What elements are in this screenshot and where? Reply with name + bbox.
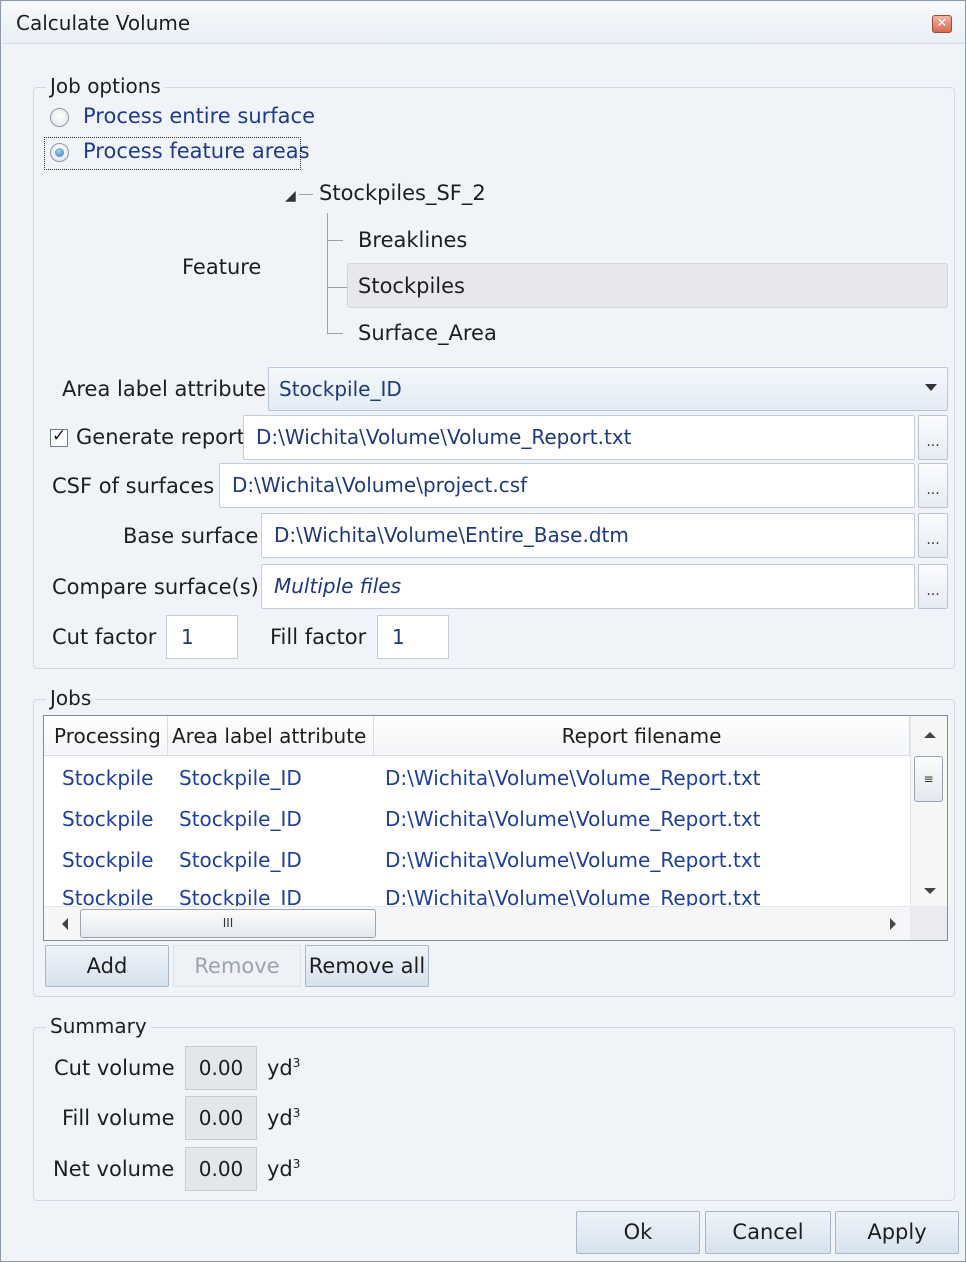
cell-area-label: Stockpile_ID [179,886,302,906]
cell-area-label: Stockpile_ID [179,848,302,872]
fill-volume-unit: yd3 [267,1106,300,1130]
cell-area-label: Stockpile_ID [179,766,302,790]
cell-report-filename: D:\Wichita\Volume\Volume_Report.txt [385,807,761,831]
base-surface-label: Base surface [123,524,259,548]
scrollbar-corner [910,906,947,940]
tree-root-stockpiles-sf-2[interactable]: Stockpiles_SF_2 [319,181,486,205]
tree-branch [327,333,343,334]
column-header-processing[interactable]: Processing [44,716,168,756]
unit-exponent: 3 [292,1106,301,1120]
tree-item-surface-area[interactable]: Surface_Area [358,321,497,345]
window-title: Calculate Volume [16,11,191,35]
horizontal-scrollbar[interactable]: III [44,906,910,940]
base-surface-browse-button[interactable]: ... [918,513,948,558]
fill-volume-value: 0.00 [185,1096,257,1140]
remove-all-button[interactable]: Remove all [305,945,429,987]
table-row[interactable]: Stockpile Stockpile_ID D:\Wichita\Volume… [44,876,910,906]
calculate-volume-dialog: Calculate Volume ✕ Job options Process e… [0,0,966,1262]
title-bar: Calculate Volume ✕ [2,2,964,44]
fill-factor-input[interactable]: 1 [377,615,449,659]
job-options-title: Job options [46,74,165,98]
cut-volume-value: 0.00 [185,1046,257,1090]
cut-factor-input[interactable]: 1 [166,615,238,659]
csf-label: CSF of surfaces [52,474,215,498]
csf-browse-button[interactable]: ... [918,463,948,508]
net-volume-unit: yd3 [267,1157,300,1181]
tree-collapse-icon[interactable]: ◢ [285,188,296,204]
ok-button[interactable]: Ok [576,1211,700,1254]
cut-volume-unit: yd3 [267,1056,300,1080]
generate-report-label[interactable]: Generate report [76,425,245,449]
cell-area-label: Stockpile_ID [179,807,302,831]
summary-title: Summary [46,1014,151,1038]
area-label-attribute-value: Stockpile_ID [279,377,402,401]
tree-item-breaklines[interactable]: Breaklines [358,228,467,252]
radio-feature-areas[interactable] [50,143,69,162]
unit-text: yd [267,1157,293,1181]
radio-feature-areas-label[interactable]: Process feature areas [83,139,310,163]
tree-connector [299,194,313,195]
apply-button[interactable]: Apply [835,1211,959,1254]
scroll-right-icon[interactable] [890,918,896,930]
horizontal-scroll-thumb[interactable]: III [80,909,376,938]
fill-factor-label: Fill factor [270,625,367,649]
cell-report-filename: D:\Wichita\Volume\Volume_Report.txt [385,886,761,906]
cancel-button[interactable]: Cancel [705,1211,831,1254]
unit-exponent: 3 [292,1157,301,1171]
tree-vertical-line [327,213,328,333]
tree-item-stockpiles[interactable]: Stockpiles [358,274,465,298]
area-label-attribute-label: Area label attribute [62,377,267,401]
radio-entire-surface[interactable] [50,108,69,127]
dropdown-arrow-icon [925,384,937,391]
fill-volume-label: Fill volume [62,1106,175,1130]
net-volume-label: Net volume [53,1157,175,1181]
feature-label: Feature [182,255,262,279]
cell-processing: Stockpile [62,848,154,872]
cell-processing: Stockpile [62,807,154,831]
report-path-field[interactable]: D:\Wichita\Volume\Volume_Report.txt [243,415,915,460]
tree-branch [327,287,347,288]
net-volume-value: 0.00 [185,1147,257,1191]
jobs-table: Processing Area label attribute Report f… [43,715,948,941]
cell-processing: Stockpile [62,766,154,790]
add-button[interactable]: Add [45,945,169,987]
cell-report-filename: D:\Wichita\Volume\Volume_Report.txt [385,848,761,872]
checkmark-icon: ✓ [52,426,67,446]
column-header-report-filename[interactable]: Report filename [374,716,910,756]
unit-text: yd [267,1106,293,1130]
scroll-left-icon[interactable] [62,918,68,930]
cell-processing: Stockpile [62,886,154,906]
vertical-scrollbar[interactable]: ≡ [910,716,947,906]
cut-factor-label: Cut factor [52,625,157,649]
tree-branch [327,240,343,241]
cut-volume-label: Cut volume [54,1056,175,1080]
report-browse-button[interactable]: ... [918,415,948,460]
close-icon[interactable]: ✕ [932,15,952,33]
compare-surfaces-field[interactable]: Multiple files [261,564,915,609]
compare-surfaces-browse-button[interactable]: ... [918,564,948,609]
vertical-scroll-thumb[interactable]: ≡ [914,756,943,802]
area-label-attribute-dropdown[interactable]: Stockpile_ID [268,367,948,411]
scroll-down-icon[interactable] [924,888,936,894]
compare-surfaces-label: Compare surface(s) [52,575,259,599]
cell-report-filename: D:\Wichita\Volume\Volume_Report.txt [385,766,761,790]
csf-path-field[interactable]: D:\Wichita\Volume\project.csf [219,463,915,508]
column-header-area-label-attribute[interactable]: Area label attribute [168,716,374,756]
generate-report-checkbox[interactable]: ✓ [50,426,68,447]
jobs-title: Jobs [46,686,96,710]
radio-entire-surface-label[interactable]: Process entire surface [83,104,315,128]
remove-button[interactable]: Remove [173,945,301,987]
unit-text: yd [267,1056,293,1080]
base-surface-field[interactable]: D:\Wichita\Volume\Entire_Base.dtm [261,513,915,558]
scroll-up-icon[interactable] [924,732,936,738]
unit-exponent: 3 [292,1056,301,1070]
